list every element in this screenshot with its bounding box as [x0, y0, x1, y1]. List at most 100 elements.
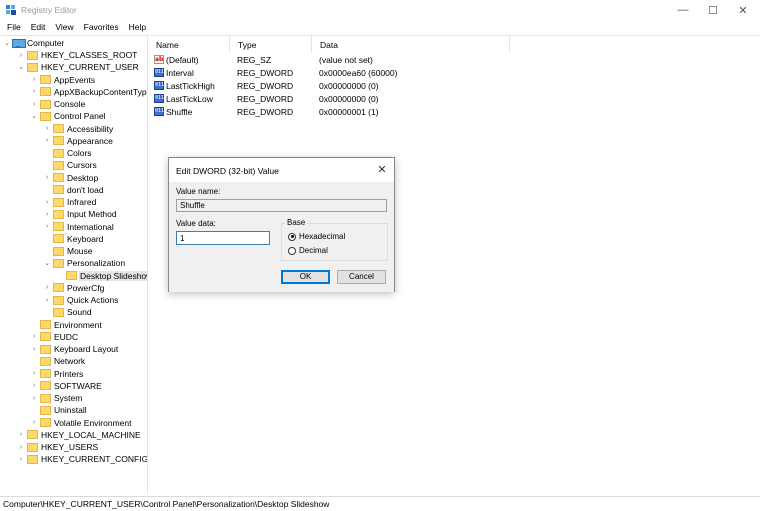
tree-item-software[interactable]: › SOFTWARE	[29, 380, 103, 392]
folder-icon	[40, 87, 51, 97]
column-header-data[interactable]: Data	[314, 36, 510, 53]
tree-item-console[interactable]: › Console	[29, 98, 86, 110]
value-type: REG_DWORD	[237, 67, 294, 78]
chevron-right-icon[interactable]: ›	[29, 380, 39, 392]
chevron-down-icon[interactable]: ⌄	[2, 37, 12, 49]
maximize-icon[interactable]: ☐	[698, 0, 728, 20]
column-header-type[interactable]: Type	[232, 36, 312, 53]
chevron-right-icon[interactable]: ›	[29, 86, 39, 98]
value-name: LastTickHigh	[166, 80, 215, 91]
cancel-button[interactable]: Cancel	[337, 270, 386, 284]
registry-tree[interactable]: ⌄ Computer › HKEY_CLASSES_ROOT ⌄ HKEY_CURRE…	[0, 35, 148, 494]
tree-item-accessibility[interactable]: › Accessibility	[42, 123, 114, 135]
menu-help[interactable]: Help	[124, 20, 151, 35]
menu-favorites[interactable]: Favorites	[79, 20, 124, 35]
chevron-right-icon[interactable]: ›	[16, 441, 26, 453]
folder-icon	[66, 271, 77, 280]
tree-item-uninstall[interactable]: Uninstall	[29, 404, 88, 416]
value-type: REG_DWORD	[237, 93, 294, 104]
tree-item-international[interactable]: › International	[42, 221, 115, 233]
tree-item-system[interactable]: › System	[29, 392, 83, 404]
tree-item-desktop[interactable]: › Desktop	[42, 172, 99, 184]
tree-item-hkey-current-user[interactable]: ⌄ HKEY_CURRENT_USER	[16, 61, 140, 73]
chevron-right-icon[interactable]: ›	[29, 392, 39, 404]
tree-item-hkey-current-config[interactable]: › HKEY_CURRENT_CONFIG	[16, 453, 147, 465]
tree-item-appearance[interactable]: › Appearance	[42, 135, 114, 147]
menu-edit[interactable]: Edit	[26, 20, 51, 35]
chevron-right-icon[interactable]: ›	[42, 196, 52, 208]
value-name: Interval	[166, 67, 194, 78]
tree-item-hkey-classes-root[interactable]: › HKEY_CLASSES_ROOT	[16, 49, 138, 61]
tree-item-label: Desktop Slideshow	[79, 270, 147, 281]
menu-view[interactable]: View	[50, 20, 78, 35]
tree-item-personalization[interactable]: ⌄ Personalization	[42, 257, 126, 269]
table-row[interactable]: ab (Default) REG_SZ (value not set)	[150, 53, 510, 66]
chevron-right-icon[interactable]: ›	[29, 74, 39, 86]
tree-item-desktop-slideshow[interactable]: Desktop Slideshow	[55, 270, 147, 282]
column-header-name[interactable]: Name	[150, 36, 230, 53]
tree-item-cursors[interactable]: Cursors	[42, 159, 98, 171]
table-row[interactable]: 011 LastTickHigh REG_DWORD 0x00000000 (0)	[150, 79, 510, 92]
chevron-right-icon[interactable]: ›	[42, 123, 52, 135]
tree-item-volatile-environment[interactable]: › Volatile Environment	[29, 417, 133, 429]
folder-icon	[53, 185, 64, 195]
chevron-right-icon[interactable]: ›	[42, 172, 52, 184]
chevron-down-icon[interactable]: ⌄	[29, 110, 39, 122]
table-row[interactable]: 011 LastTickLow REG_DWORD 0x00000000 (0)	[150, 92, 510, 105]
cell-name: 011 LastTickLow	[154, 92, 213, 105]
tree-item-keyboard-layout[interactable]: › Keyboard Layout	[29, 343, 119, 355]
radio-decimal[interactable]: Decimal	[288, 246, 328, 255]
value-name-label: Value name:	[176, 187, 221, 196]
tree-item-computer[interactable]: ⌄ Computer	[2, 37, 65, 49]
tree-item-powercfg[interactable]: › PowerCfg	[42, 282, 105, 294]
table-row[interactable]: 011 Interval REG_DWORD 0x0000ea60 (60000)	[150, 66, 510, 79]
radio-hexadecimal[interactable]: Hexadecimal	[288, 232, 345, 241]
tree-item-sound[interactable]: Sound	[42, 306, 93, 318]
close-icon[interactable]: ✕	[728, 0, 758, 20]
folder-icon	[27, 454, 38, 464]
tree-item-mouse[interactable]: Mouse	[42, 245, 94, 257]
tree-item-appevents[interactable]: › AppEvents	[29, 74, 96, 86]
tree-item-quick-actions[interactable]: › Quick Actions	[42, 294, 120, 306]
tree-item-environment[interactable]: Environment	[29, 319, 103, 331]
chevron-right-icon[interactable]: ›	[42, 221, 52, 233]
tree-item-network[interactable]: Network	[29, 355, 86, 367]
tree-item-eudc[interactable]: › EUDC	[29, 331, 79, 343]
tree-item-appxbackupcontenttype[interactable]: › AppXBackupContentType	[29, 86, 147, 98]
chevron-right-icon[interactable]: ›	[42, 208, 52, 220]
tree-item-keyboard[interactable]: Keyboard	[42, 233, 104, 245]
menu-bar: File Edit View Favorites Help	[0, 20, 760, 35]
tree-item-printers[interactable]: › Printers	[29, 368, 84, 380]
dialog-close-icon[interactable]: ✕	[374, 161, 390, 177]
chevron-right-icon[interactable]: ›	[29, 98, 39, 110]
tree-item-label: Accessibility	[67, 123, 114, 134]
tree-item-dont-load[interactable]: don't load	[42, 184, 105, 196]
chevron-down-icon[interactable]: ⌄	[42, 257, 52, 269]
tree-item-control-panel[interactable]: ⌄ Control Panel	[29, 110, 107, 122]
chevron-right-icon[interactable]: ›	[42, 135, 52, 147]
minimize-icon[interactable]: —	[668, 0, 698, 20]
chevron-right-icon[interactable]: ›	[29, 417, 39, 429]
tree-item-hkey-local-machine[interactable]: › HKEY_LOCAL_MACHINE	[16, 429, 142, 441]
chevron-right-icon[interactable]: ›	[42, 294, 52, 306]
edit-dword-dialog: Edit DWORD (32-bit) Value ✕ Value name: …	[168, 157, 395, 292]
value-data-input[interactable]: 1	[176, 231, 270, 245]
chevron-right-icon[interactable]: ›	[16, 453, 26, 465]
chevron-right-icon[interactable]: ›	[29, 331, 39, 343]
chevron-right-icon[interactable]: ›	[42, 282, 52, 294]
tree-item-infrared[interactable]: › Infrared	[42, 196, 97, 208]
tree-item-hkey-users[interactable]: › HKEY_USERS	[16, 441, 99, 453]
table-row[interactable]: 011 Shuffle REG_DWORD 0x00000001 (1)	[150, 105, 510, 118]
base-label: Base	[285, 218, 308, 227]
menu-file[interactable]: File	[2, 20, 26, 35]
chevron-right-icon[interactable]: ›	[29, 343, 39, 355]
tree-item-colors[interactable]: Colors	[42, 147, 93, 159]
chevron-down-icon[interactable]: ⌄	[16, 61, 26, 73]
tree-item-label: Console	[54, 99, 86, 109]
ok-button[interactable]: OK	[281, 270, 330, 284]
tree-item-input-method[interactable]: › Input Method	[42, 208, 118, 220]
chevron-right-icon[interactable]: ›	[16, 429, 26, 441]
chevron-right-icon[interactable]: ›	[16, 49, 26, 61]
tree-item-label: Mouse	[67, 246, 93, 256]
chevron-right-icon[interactable]: ›	[29, 368, 39, 380]
